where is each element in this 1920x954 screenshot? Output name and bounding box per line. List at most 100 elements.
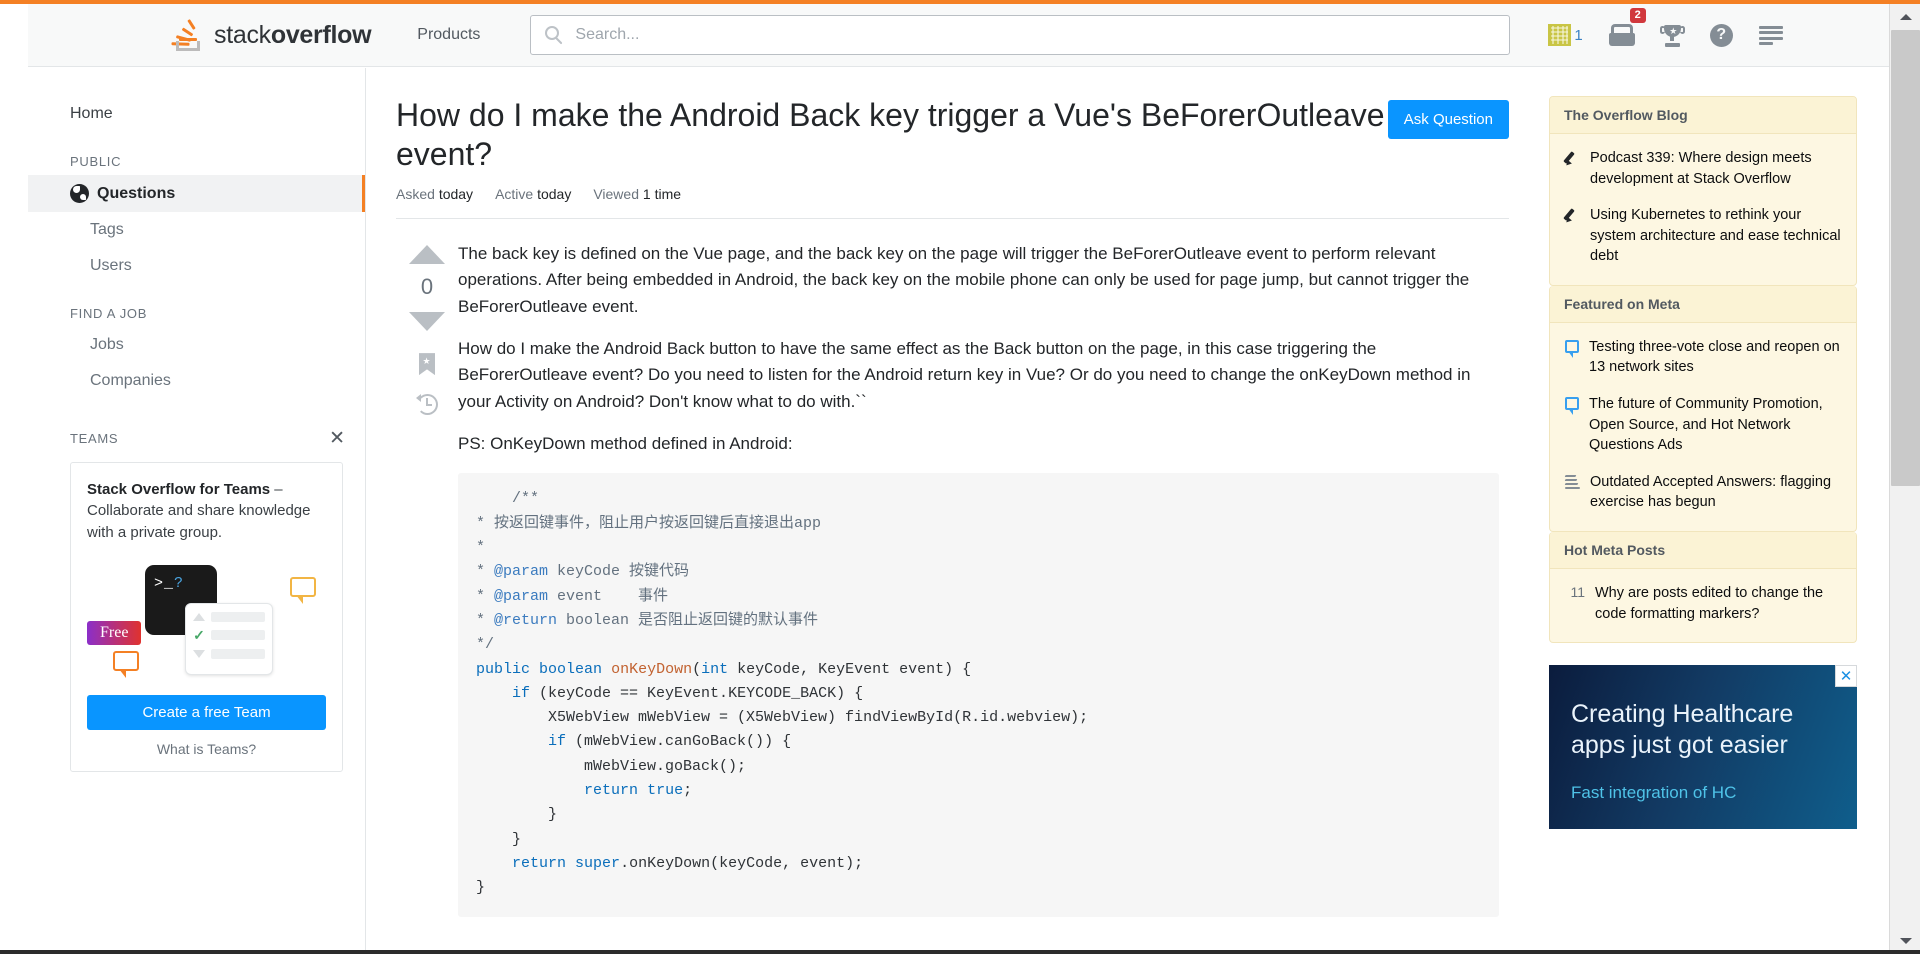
logo-stack-text: stack bbox=[214, 20, 271, 49]
left-gutter bbox=[0, 4, 28, 68]
site-logo[interactable]: stackoverflow bbox=[168, 4, 379, 66]
site-header: stackoverflow Products Search... 1 2 ★ ? bbox=[28, 4, 1889, 67]
sidebar-item-users[interactable]: Users bbox=[28, 248, 365, 284]
list-item[interactable]: Testing three-vote close and reopen on 1… bbox=[1550, 329, 1856, 386]
ask-question-button[interactable]: Ask Question bbox=[1387, 100, 1509, 139]
search-container bbox=[530, 15, 1511, 55]
list-item[interactable]: 11 Why are posts edited to change the co… bbox=[1550, 575, 1856, 632]
trophy-icon: ★ bbox=[1659, 24, 1685, 47]
inbox-icon bbox=[1608, 24, 1635, 46]
teams-promo-illustration: >_? Free ✓ bbox=[87, 559, 326, 687]
upvote-button[interactable] bbox=[409, 245, 445, 265]
sidebar-item-tags[interactable]: Tags bbox=[28, 212, 365, 248]
search-box[interactable] bbox=[530, 15, 1511, 55]
sidebar-item-home[interactable]: Home bbox=[28, 96, 365, 132]
sidebar-item-questions-label: Questions bbox=[97, 184, 176, 202]
downvote-button[interactable] bbox=[409, 312, 445, 332]
search-input[interactable] bbox=[575, 26, 1476, 44]
logo-wordmark: stackoverflow bbox=[214, 20, 372, 50]
main-content: How do I make the Android Back key trigg… bbox=[366, 68, 1539, 954]
stackoverflow-question-page: stackoverflow Products Search... 1 2 ★ ?… bbox=[0, 0, 1920, 954]
stack-icon bbox=[1564, 474, 1580, 490]
page-title: How do I make the Android Back key trigg… bbox=[396, 97, 1385, 173]
advertisement[interactable]: Creating Healthcare apps just got easier… bbox=[1549, 665, 1857, 830]
scrollbar-thumb[interactable] bbox=[1891, 30, 1920, 486]
globe-icon bbox=[70, 184, 89, 203]
sidebar-item-jobs[interactable]: Jobs bbox=[28, 327, 365, 363]
blog-item-text: Podcast 339: Where design meets developm… bbox=[1590, 150, 1812, 187]
ad-subtitle: Fast integration of HC bbox=[1571, 783, 1737, 803]
achievements-count: 1 bbox=[1574, 26, 1583, 44]
inbox-badge: 2 bbox=[1629, 8, 1646, 23]
teams-promo-card: Stack Overflow for Teams – Collaborate a… bbox=[70, 462, 343, 772]
hot-post-score: 11 bbox=[1570, 583, 1585, 600]
code-block: /** * 按返回键事件，阻止用户按返回键后直接退出app * * @param… bbox=[458, 473, 1499, 917]
page-body: Home PUBLIC Questions Tags Users FIND A … bbox=[28, 68, 1889, 954]
history-icon[interactable] bbox=[415, 394, 438, 416]
orange-speech-bubble-icon bbox=[113, 650, 139, 678]
achievements-button[interactable]: 1 bbox=[1534, 13, 1595, 57]
scroll-up-button[interactable] bbox=[1890, 4, 1920, 30]
terminal-question-mark: ? bbox=[174, 574, 185, 592]
meta-asked: Asked today bbox=[396, 186, 474, 203]
vote-controls: 0 ★ bbox=[396, 241, 458, 916]
question-header: How do I make the Android Back key trigg… bbox=[396, 96, 1539, 174]
bookmark-icon[interactable]: ★ bbox=[419, 353, 435, 376]
sidebar-section-public: PUBLIC bbox=[70, 154, 122, 169]
mod-inbox-icon bbox=[1758, 25, 1783, 46]
meta-viewed: Viewed 1 time bbox=[593, 186, 682, 203]
list-item[interactable]: Outdated Accepted Answers: flagging exer… bbox=[1550, 464, 1856, 521]
code-content: /** * 按返回键事件，阻止用户按返回键后直接退出app * * @param… bbox=[476, 490, 1089, 897]
hot-meta-posts-title: Hot Meta Posts bbox=[1550, 531, 1856, 569]
upvote-triangle-icon bbox=[193, 612, 205, 621]
help-button[interactable]: ? bbox=[1697, 13, 1746, 57]
question-body: 0 ★ The back key is defined on the Vue p… bbox=[396, 219, 1539, 917]
free-badge: Free bbox=[87, 620, 142, 645]
post-text: The back key is defined on the Vue page,… bbox=[458, 241, 1539, 917]
inbox-button[interactable]: 2 bbox=[1596, 8, 1648, 57]
sidebar-section-find-a-job: FIND A JOB bbox=[70, 306, 148, 321]
mod-inbox-button[interactable] bbox=[1746, 13, 1796, 57]
hot-post-text: Why are posts edited to change the code … bbox=[1595, 584, 1824, 622]
speech-bubble-icon bbox=[1565, 339, 1579, 358]
left-sidebar: Home PUBLIC Questions Tags Users FIND A … bbox=[28, 68, 366, 954]
question-paragraph-3: PS: OnKeyDown method defined in Android: bbox=[458, 434, 793, 454]
downvote-triangle-icon bbox=[193, 649, 205, 658]
question-meta: Asked today Active today Viewed 1 time bbox=[396, 174, 1509, 220]
sidebar-item-companies[interactable]: Companies bbox=[28, 363, 365, 399]
create-free-team-button[interactable]: Create a free Team bbox=[87, 694, 326, 730]
meta-item-text: Testing three-vote close and reopen on 1… bbox=[1589, 338, 1840, 376]
what-is-teams-link[interactable]: What is Teams? bbox=[87, 741, 326, 757]
overflow-blog-widget: The Overflow Blog Podcast 339: Where des… bbox=[1549, 96, 1857, 286]
help-circle-icon: ? bbox=[1709, 23, 1733, 47]
check-icon: ✓ bbox=[193, 626, 205, 643]
sidebar-item-questions[interactable]: Questions bbox=[28, 175, 365, 212]
ad-title: Creating Healthcare apps just got easier bbox=[1571, 700, 1794, 760]
teams-section-header: TEAMS ✕ bbox=[28, 429, 365, 448]
speech-bubble-icon bbox=[1565, 397, 1579, 416]
question-paragraph-2: How do I make the Android Back button to… bbox=[458, 339, 1471, 411]
overflow-blog-title: The Overflow Blog bbox=[1550, 97, 1856, 134]
page-scrollbar[interactable] bbox=[1889, 4, 1920, 954]
list-item[interactable]: Podcast 339: Where design meets developm… bbox=[1550, 140, 1856, 197]
header-icon-group: 1 2 ★ ? bbox=[1534, 8, 1796, 57]
meta-active: Active today bbox=[495, 186, 572, 203]
list-item[interactable]: The future of Community Promotion, Open … bbox=[1550, 386, 1856, 464]
list-item[interactable]: Using Kubernetes to rethink your system … bbox=[1550, 197, 1856, 275]
teams-promo-bold: Stack Overflow for Teams bbox=[87, 481, 271, 498]
yellow-speech-bubble-icon bbox=[290, 576, 316, 604]
featured-on-meta-title: Featured on Meta bbox=[1550, 285, 1856, 323]
pencil-icon bbox=[1563, 207, 1580, 225]
close-icon[interactable]: ✕ bbox=[329, 429, 345, 448]
nav-products[interactable]: Products bbox=[405, 18, 492, 52]
achievements-icon bbox=[1548, 24, 1572, 46]
overflow-blog-list: Podcast 339: Where design meets developm… bbox=[1550, 134, 1856, 285]
trophy-button[interactable]: ★ bbox=[1648, 13, 1697, 57]
hot-meta-posts-list: 11 Why are posts edited to change the co… bbox=[1550, 569, 1856, 642]
meta-item-text: Outdated Accepted Answers: flagging exer… bbox=[1590, 473, 1832, 511]
ad-close-icon[interactable]: ✕ bbox=[1835, 665, 1857, 688]
teams-section-label: TEAMS bbox=[70, 431, 119, 446]
logo-overflow-text: overflow bbox=[270, 20, 372, 49]
terminal-prompt: >_ bbox=[154, 574, 175, 592]
teams-promo-text: Stack Overflow for Teams – Collaborate a… bbox=[87, 479, 326, 543]
